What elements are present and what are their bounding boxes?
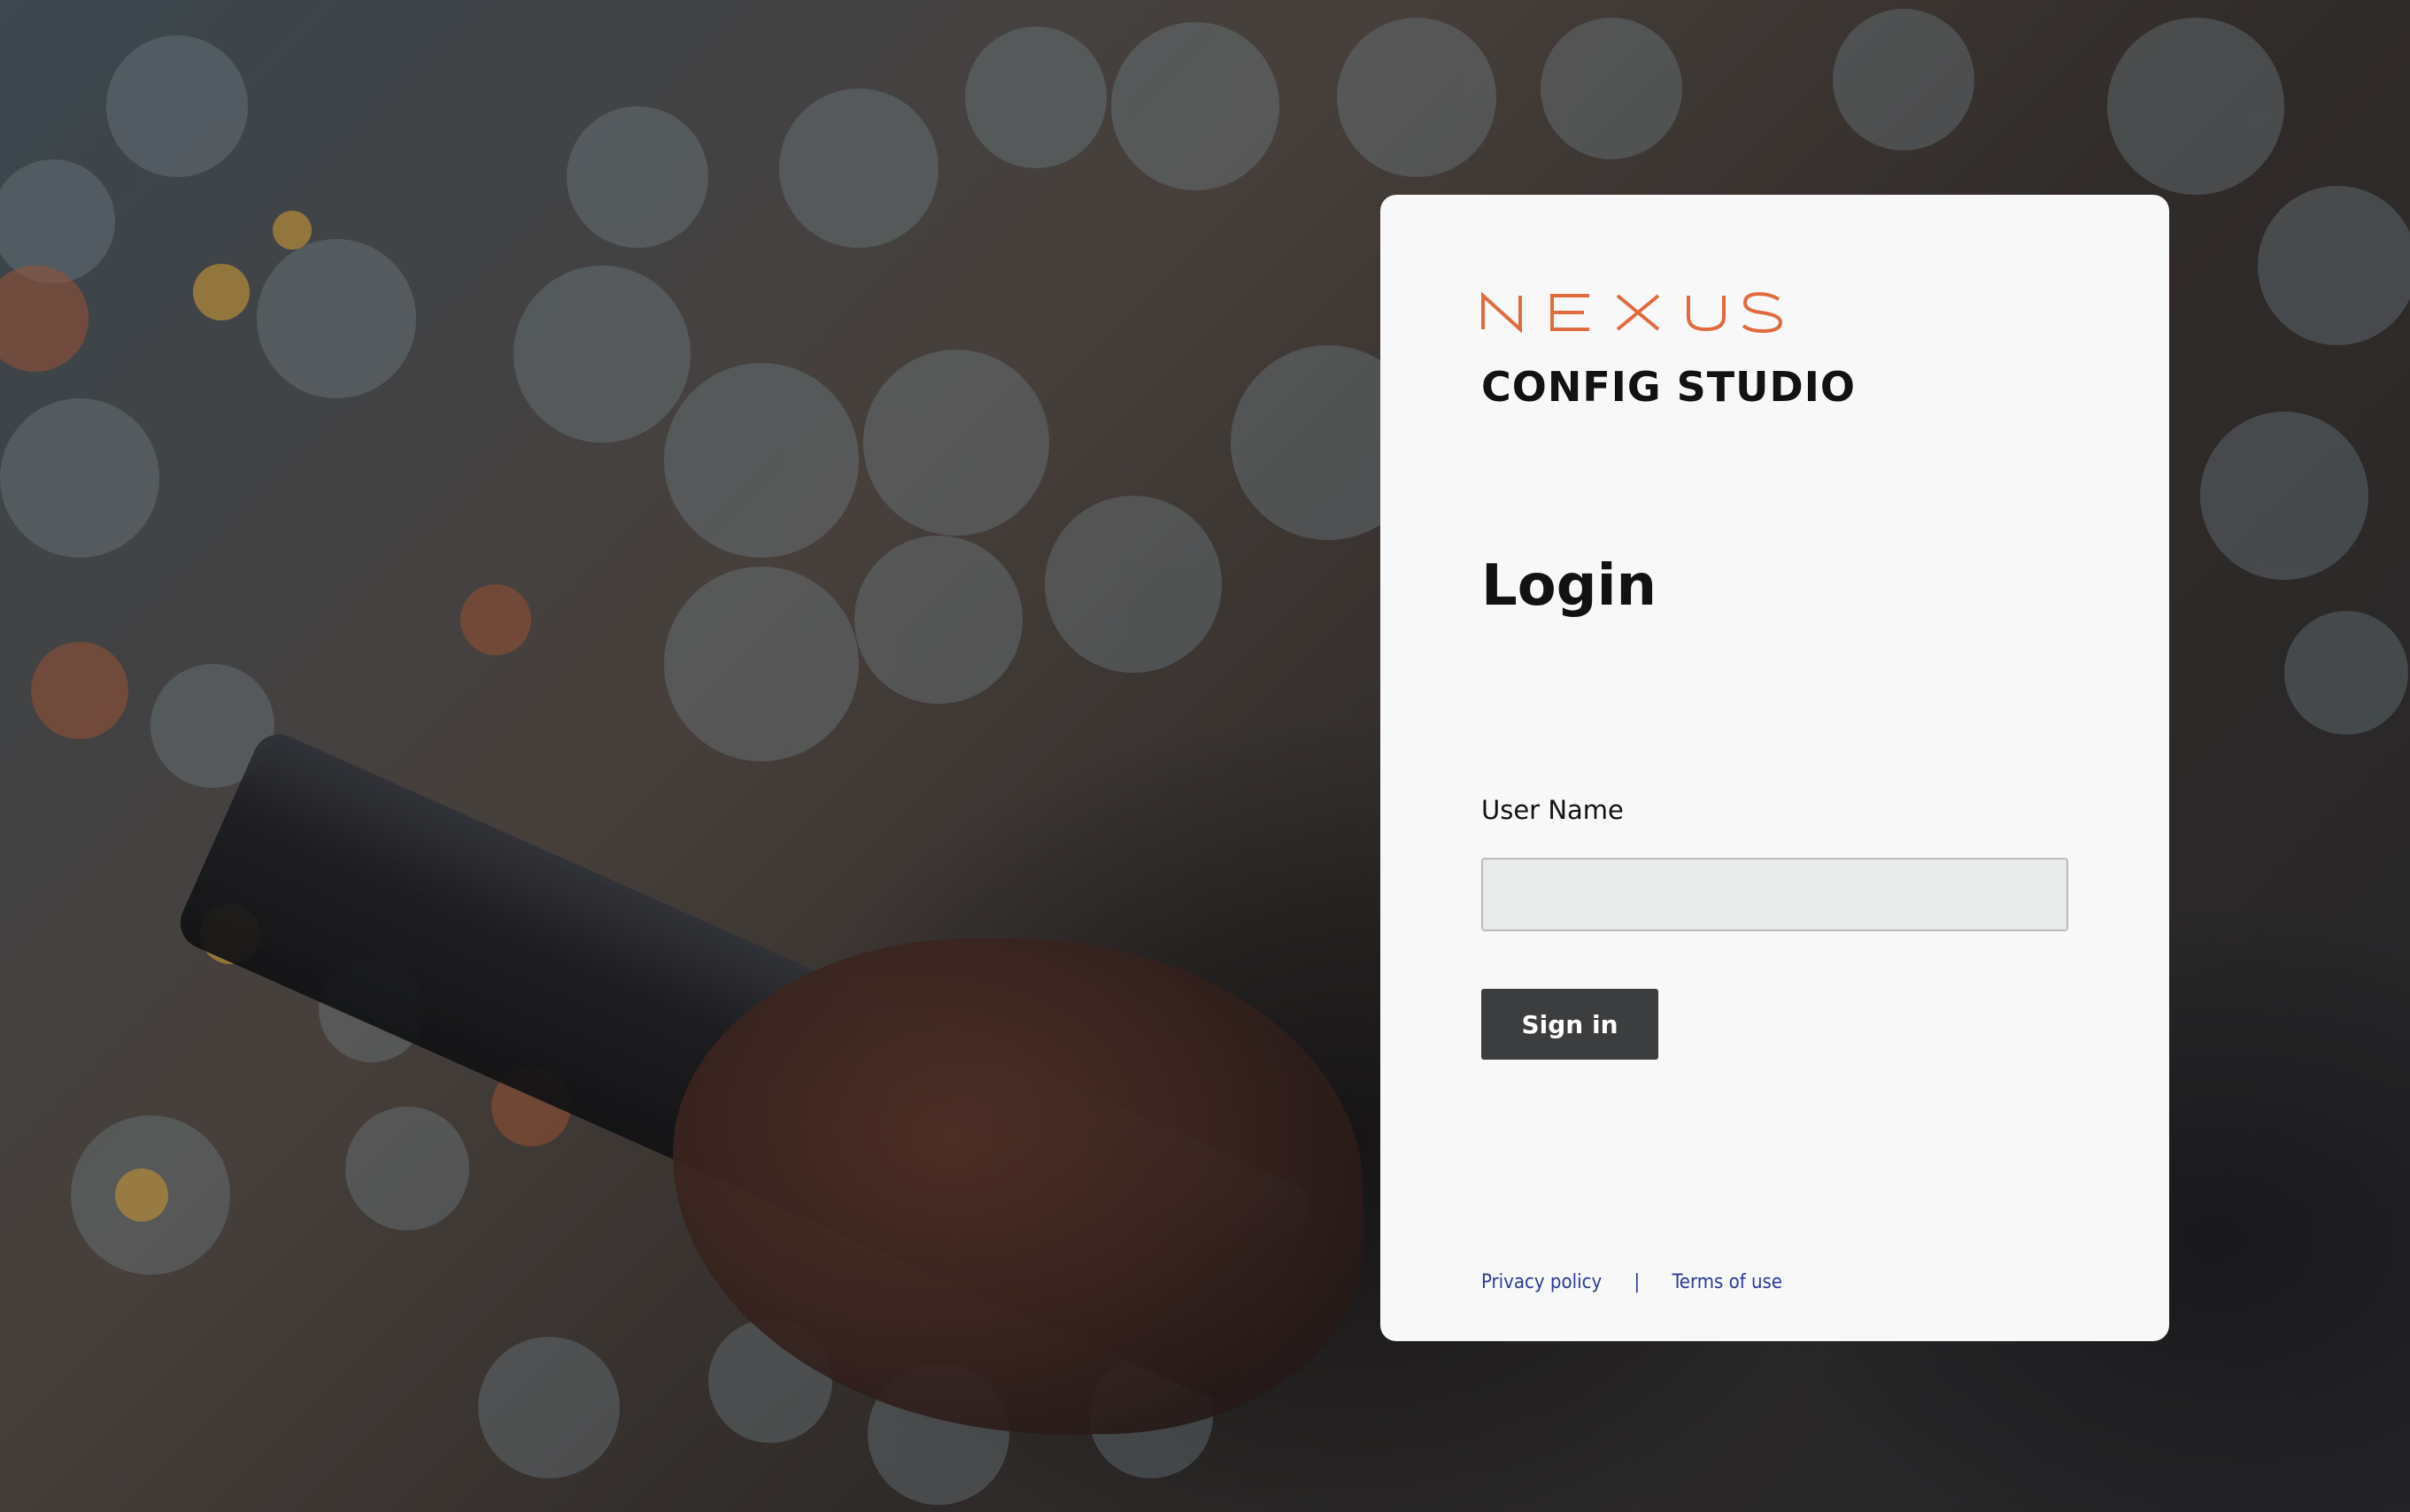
nexus-logo (1481, 291, 1782, 333)
footer-links: Privacy policy | Terms of use (1481, 1271, 1782, 1293)
terms-of-use-link[interactable]: Terms of use (1672, 1271, 1782, 1293)
sign-in-button[interactable]: Sign in (1481, 989, 1658, 1060)
username-input[interactable] (1481, 858, 2068, 931)
privacy-policy-link[interactable]: Privacy policy (1481, 1271, 1602, 1293)
login-card: CONFIG STUDIO Login User Name Sign in Pr… (1380, 195, 2169, 1341)
page-title: Login (1481, 553, 1657, 619)
product-name: CONFIG STUDIO (1481, 363, 1856, 411)
username-label: User Name (1481, 795, 1624, 825)
footer-separator: | (1634, 1271, 1641, 1293)
